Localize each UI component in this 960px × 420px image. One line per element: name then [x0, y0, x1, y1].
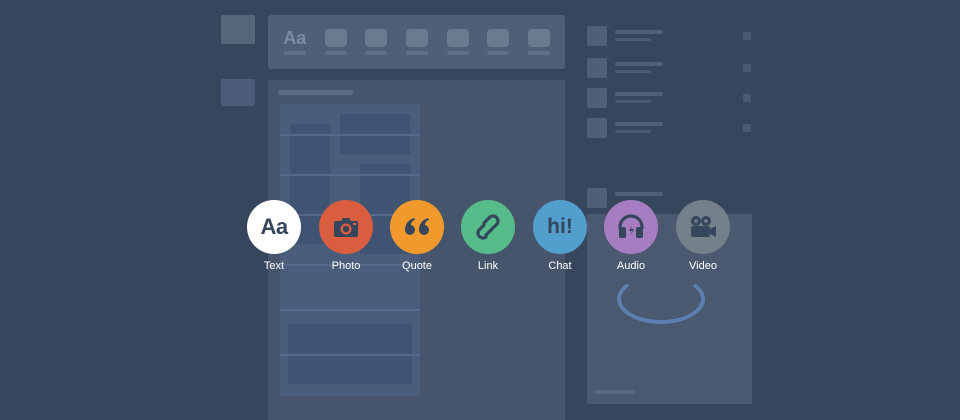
post-type-chat-button[interactable]: hi! Chat — [530, 200, 590, 278]
video-circle[interactable] — [676, 200, 730, 254]
post-type-link-button[interactable]: Link — [458, 200, 518, 278]
post-type-label: Photo — [331, 260, 361, 272]
video-camera-icon — [688, 215, 718, 239]
post-type-quote-button[interactable]: Quote — [387, 200, 447, 278]
post-type-label: Chat — [548, 260, 572, 272]
post-type-menu: Aa Text Photo Quote Link hi! Chat Audio … — [0, 0, 960, 420]
post-type-audio-button[interactable]: Audio — [601, 200, 661, 278]
post-type-text-button[interactable]: Aa Text — [244, 200, 304, 278]
post-type-label: Text — [263, 260, 285, 272]
quote-marks-icon — [403, 216, 431, 238]
post-type-label: Video — [689, 260, 717, 272]
post-type-label: Audio — [616, 260, 646, 272]
quote-circle[interactable] — [390, 200, 444, 254]
post-type-label: Quote — [402, 260, 432, 272]
post-type-label: Link — [477, 260, 499, 272]
text-aa-icon: Aa — [260, 214, 288, 239]
audio-circle[interactable] — [604, 200, 658, 254]
chat-hi-icon: hi! — [547, 215, 573, 238]
post-type-photo-button[interactable]: Photo — [316, 200, 376, 278]
camera-icon — [333, 216, 359, 238]
post-type-video-button[interactable]: Video — [673, 200, 733, 278]
headphones-icon — [617, 214, 645, 240]
photo-circle[interactable] — [319, 200, 373, 254]
link-chain-icon — [476, 214, 500, 240]
link-circle[interactable] — [461, 200, 515, 254]
text-circle[interactable]: Aa — [247, 200, 301, 254]
chat-circle[interactable]: hi! — [533, 200, 587, 254]
